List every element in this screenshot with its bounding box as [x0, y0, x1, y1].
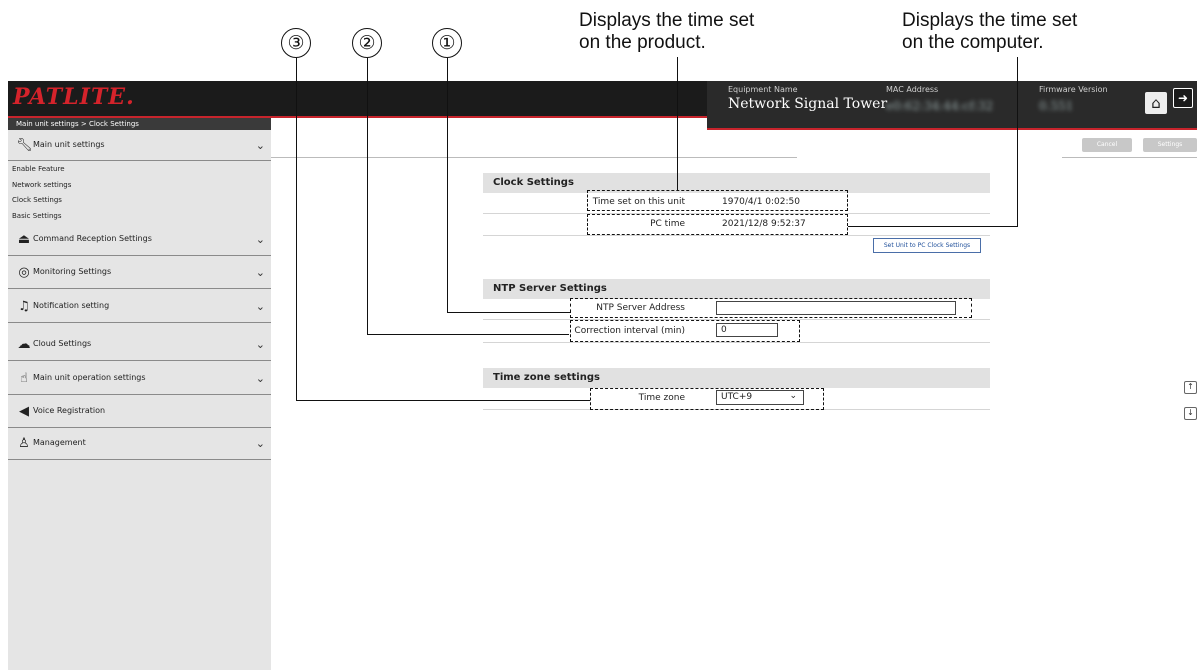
highlight-ntp-address	[570, 298, 972, 318]
leader-line	[677, 57, 678, 190]
home-icon[interactable]: ⌂	[1145, 92, 1167, 114]
highlight-pc-time	[587, 214, 848, 235]
mac-address-value: e0:62:34:44:cf:32	[886, 99, 994, 113]
sidebar-item-label: Notification setting	[33, 301, 110, 310]
sidebar-item-label: Monitoring Settings	[33, 267, 112, 276]
device-info-accent	[707, 128, 1197, 130]
sidebar-sub-network-settings[interactable]: Network settings	[12, 181, 71, 189]
sidebar-sub-enable-feature[interactable]: Enable Feature	[12, 165, 65, 173]
content-divider	[1062, 157, 1197, 158]
sidebar-item-label: Voice Registration	[33, 406, 106, 415]
firmware-version-value: 0.551	[1039, 99, 1074, 113]
sidebar-item-label: Cloud Settings	[33, 339, 92, 348]
breadcrumb: Main unit settings > Clock Settings	[8, 118, 271, 130]
firmware-version-label: Firmware Version	[1039, 85, 1108, 94]
highlight-unit-time	[587, 190, 848, 211]
scroll-down-button[interactable]: ↓	[1184, 407, 1197, 420]
sidebar-item-main-unit-operation[interactable]: ☝︎ Main unit operation settings ⌄	[8, 363, 271, 395]
sync-pc-clock-button[interactable]: Set Unit to PC Clock Settings	[873, 238, 981, 253]
sidebar-item-command-reception[interactable]: ⏏ Command Reception Settings ⌄	[8, 224, 271, 256]
settings-button[interactable]: Settings	[1143, 138, 1197, 152]
speaker-icon: ◀︎	[19, 404, 29, 419]
leader-line	[447, 312, 571, 313]
caption-line: on the product.	[579, 32, 706, 53]
chevron-down-icon: ⌄	[255, 266, 265, 279]
sidebar-item-label: Main unit operation settings	[33, 373, 146, 382]
marker-1: ①	[432, 28, 462, 58]
content-divider	[271, 157, 797, 158]
highlight-timezone	[590, 388, 824, 410]
bell-icon: ♫	[18, 299, 30, 314]
marker-2: ②	[352, 28, 382, 58]
chevron-down-icon: ⌄	[255, 372, 265, 385]
leader-line	[296, 58, 297, 400]
sidebar-item-management[interactable]: ♙ Management ⌄	[8, 428, 271, 460]
chevron-down-icon: ⌄	[255, 338, 265, 351]
sidebar-item-monitoring[interactable]: ◎ Monitoring Settings ⌄	[8, 257, 271, 289]
sidebar-item-label: Management	[33, 438, 86, 447]
row-divider	[483, 342, 990, 343]
leader-line	[296, 400, 590, 401]
caption-line: on the computer.	[902, 32, 1044, 53]
row-divider	[483, 235, 990, 236]
sidebar: 🔧︎ Main unit settings ⌄ Enable Feature N…	[8, 130, 271, 670]
caption-product-time: Displays the time set on the product.	[579, 10, 754, 54]
leader-line	[367, 334, 569, 335]
marker-3: ③	[281, 28, 311, 58]
mac-address-label: MAC Address	[886, 85, 939, 94]
chevron-down-icon: ⌄	[255, 437, 265, 450]
leader-line	[447, 58, 448, 313]
ntp-settings-header: NTP Server Settings	[483, 279, 990, 299]
sidebar-sub-clock-settings[interactable]: Clock Settings	[12, 196, 62, 204]
leader-line	[367, 58, 368, 334]
caption-computer-time: Displays the time set on the computer.	[902, 10, 1077, 54]
sidebar-item-cloud[interactable]: ☁︎ Cloud Settings ⌄	[8, 329, 271, 361]
chevron-down-icon: ⌄	[255, 300, 265, 313]
chevron-down-icon: ⌄	[255, 233, 265, 246]
patlite-logo: PATLITE.	[13, 84, 135, 110]
leader-line	[1017, 57, 1018, 227]
caption-line: Displays the time set	[902, 10, 1078, 31]
hand-icon: ☝︎	[20, 371, 28, 386]
command-reception-icon: ⏏	[17, 232, 31, 247]
highlight-correction-interval	[570, 320, 800, 342]
cancel-button[interactable]: Cancel	[1082, 138, 1132, 152]
logout-icon[interactable]: ➜	[1173, 88, 1193, 108]
user-icon: ♙	[18, 436, 30, 451]
gauge-icon: ◎	[18, 265, 30, 280]
sidebar-item-label: Main unit settings	[33, 140, 105, 149]
sidebar-item-label: Command Reception Settings	[33, 234, 152, 243]
sidebar-item-voice-registration[interactable]: ◀︎ Voice Registration	[8, 396, 271, 428]
sidebar-item-notification[interactable]: ♫ Notification setting ⌄	[8, 291, 271, 323]
wrench-icon: 🔧︎	[16, 138, 33, 153]
equipment-name-label: Equipment Name	[728, 85, 798, 94]
caption-line: Displays the time set	[579, 10, 755, 31]
scroll-up-button[interactable]: ↑	[1184, 381, 1197, 394]
leader-line	[848, 226, 1018, 227]
sidebar-item-main-unit-settings[interactable]: 🔧︎ Main unit settings ⌄	[8, 130, 271, 161]
timezone-settings-header: Time zone settings	[483, 368, 990, 388]
sidebar-sub-basic-settings[interactable]: Basic Settings	[12, 212, 61, 220]
chevron-down-icon: ⌄	[255, 139, 265, 152]
equipment-name: Network Signal Tower	[728, 96, 888, 112]
cloud-icon: ☁︎	[17, 337, 31, 352]
